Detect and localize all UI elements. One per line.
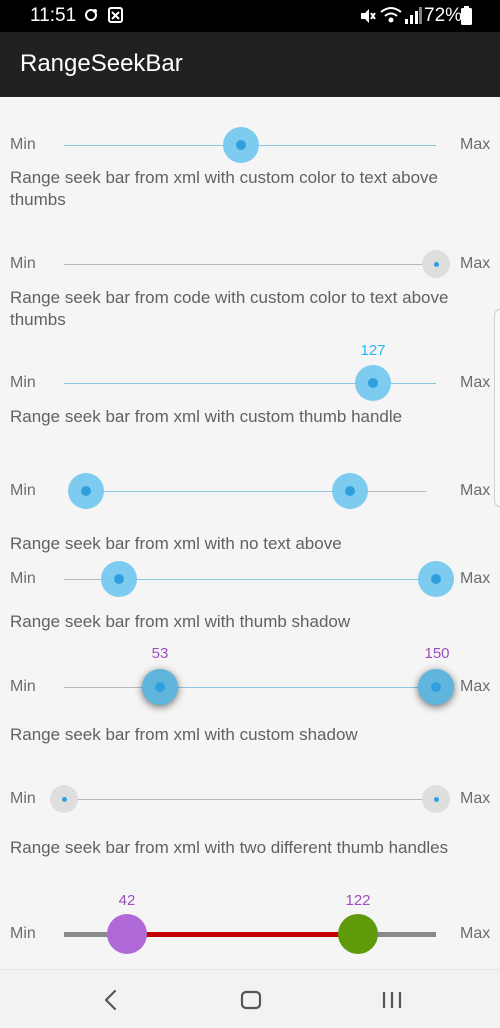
min-label: Min [10, 925, 36, 942]
back-button[interactable] [70, 970, 150, 1028]
seek-range [127, 932, 358, 937]
max-label: Max [460, 136, 491, 153]
battery-level: 72% [424, 5, 463, 26]
app-title: RangeSeekBar [20, 50, 183, 77]
battery-icon [461, 6, 472, 25]
status-time: 11:51 [30, 5, 77, 26]
recents-button[interactable] [352, 970, 432, 1028]
navigation-bar [0, 969, 500, 1028]
seek-range [160, 687, 436, 688]
max-label: Max [460, 790, 491, 807]
min-thumb-value-label: 53 [151, 645, 169, 662]
mute-icon [361, 9, 376, 23]
home-button[interactable] [211, 970, 291, 1028]
seek-thumb-max[interactable] [418, 561, 454, 597]
seek-thumb-max[interactable] [338, 914, 378, 954]
thumb-value-label: 127 [360, 342, 386, 359]
seekbar-description: Range seek bar from xml with no text abo… [10, 534, 342, 553]
seek-thumb[interactable] [355, 365, 391, 401]
wifi-icon [380, 7, 402, 23]
app-bar: RangeSeekBar [0, 32, 500, 97]
seek-thumb-max[interactable] [422, 785, 450, 813]
edge-scroll-handle[interactable] [494, 309, 500, 507]
min-label: Min [10, 790, 36, 807]
seek-thumb-min[interactable] [142, 669, 178, 705]
seekbar-description: Range seek bar from xml with custom shad… [10, 725, 358, 744]
seekbar-description: Range seek bar from xml with two differe… [10, 838, 449, 857]
photo-icon [108, 7, 123, 23]
seek-thumb-min[interactable] [107, 914, 147, 954]
max-label: Max [460, 678, 491, 695]
min-label: Min [10, 678, 36, 695]
sync-icon [85, 9, 97, 21]
seekbar-description: Range seek bar from xml with thumb shado… [10, 612, 351, 631]
seek-track[interactable] [64, 264, 436, 265]
seek-thumb[interactable] [422, 250, 450, 278]
min-label: Min [10, 255, 36, 272]
signal-icon [405, 7, 422, 24]
min-label: Min [10, 570, 36, 587]
min-label: Min [10, 482, 36, 499]
seek-thumb[interactable] [223, 127, 259, 163]
seekbar-description: Range seek bar from xml with custom thum… [10, 407, 403, 426]
seek-thumb-min[interactable] [50, 785, 78, 813]
seek-thumb-max[interactable] [418, 669, 454, 705]
content-scroll-area[interactable]: Min Max Range seek bar from xml with cus… [0, 97, 500, 969]
back-icon [104, 989, 117, 1011]
seek-track[interactable] [64, 799, 436, 800]
min-label: Min [10, 374, 36, 391]
min-thumb-value-label: 42 [118, 892, 136, 909]
max-label: Max [460, 374, 491, 391]
status-bar: 11:51 72% [0, 0, 500, 32]
min-label: Min [10, 136, 36, 153]
max-label: Max [460, 255, 491, 272]
max-label: Max [460, 570, 491, 587]
seek-range [86, 491, 350, 492]
seek-range [119, 579, 436, 580]
seekbar-description: Range seek bar from xml with custom colo… [10, 168, 439, 209]
max-thumb-value-label: 122 [345, 892, 371, 909]
seek-thumb-max[interactable] [332, 473, 368, 509]
seek-thumb-min[interactable] [68, 473, 104, 509]
max-label: Max [460, 925, 491, 942]
seekbar-description: Range seek bar from code with custom col… [10, 288, 449, 329]
home-icon [240, 990, 262, 1010]
recents-icon [382, 992, 402, 1008]
seek-thumb-min[interactable] [101, 561, 137, 597]
max-label: Max [460, 482, 491, 499]
max-thumb-value-label: 150 [424, 645, 450, 662]
